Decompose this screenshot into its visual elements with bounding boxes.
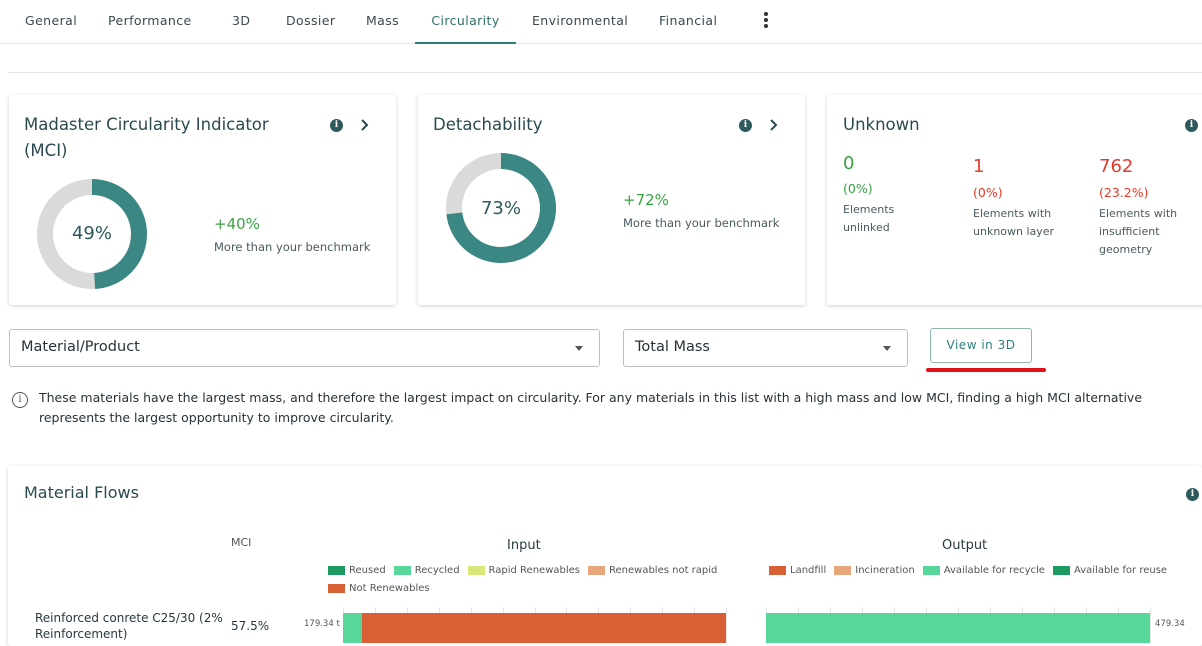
- measure-value: Total Mass: [635, 339, 710, 355]
- tab-circularity[interactable]: Circularity: [415, 0, 516, 44]
- unlinked-count: 0: [843, 153, 855, 174]
- dropdown-arrow-icon: [883, 346, 891, 351]
- gridline: [1150, 607, 1151, 643]
- tab-dossier[interactable]: Dossier: [286, 0, 335, 44]
- legend-swatch: [393, 565, 411, 575]
- group-by-select[interactable]: Material/Product: [9, 329, 600, 367]
- legend-label: Landfill: [790, 564, 827, 576]
- group-by-value: Material/Product: [21, 339, 140, 355]
- highlight-underline: [926, 368, 1046, 372]
- legend-label: Rapid Renewables: [488, 564, 580, 576]
- legend-label: Incineration: [855, 564, 915, 576]
- legend-label: Available for reuse: [1073, 564, 1168, 576]
- input-legend: Reused Recycled Rapid Renewables Renewables…: [328, 563, 748, 595]
- input-legend-item[interactable]: Renewables not rapid: [588, 563, 717, 577]
- info-note: These materials have the largest mass, a…: [39, 390, 1143, 425]
- mci-value: 49%: [71, 223, 112, 244]
- legend-label: Renewables not rapid: [609, 564, 718, 576]
- tab-performance[interactable]: Performance: [108, 0, 192, 44]
- mci-delta-caption: More than your benchmark: [214, 240, 371, 254]
- legend-swatch: [328, 565, 345, 575]
- tab-3d[interactable]: 3D: [232, 0, 250, 44]
- output-stacked-bar: [766, 607, 1151, 643]
- insufficient-geometry-percent: (23.2%): [1099, 185, 1149, 200]
- more-menu-icon[interactable]: [760, 10, 772, 32]
- output-bar-segment[interactable]: [766, 613, 1150, 643]
- info-icon[interactable]: i: [330, 119, 343, 132]
- legend-swatch: [1052, 565, 1070, 575]
- tab-financial[interactable]: Financial: [659, 0, 717, 44]
- legend-swatch: [922, 565, 940, 575]
- output-legend-item[interactable]: Available for reuse: [1052, 563, 1168, 577]
- view-in-3d-button[interactable]: View in 3D: [930, 328, 1032, 363]
- input-legend-item[interactable]: Rapid Renewables: [467, 563, 580, 577]
- unknown-layer-count: 1: [973, 156, 985, 177]
- measure-select[interactable]: Total Mass: [623, 329, 908, 367]
- tab-general[interactable]: General: [25, 0, 77, 44]
- dropdown-arrow-icon: [575, 346, 583, 351]
- unlinked-percent: (0%): [843, 181, 873, 196]
- legend-label: Reused: [349, 564, 386, 576]
- material-row-name: Reinforced conrete C25/30 (2% Reinforcem…: [35, 611, 223, 641]
- material-row-mci: 57.5%: [231, 619, 270, 633]
- input-legend-item[interactable]: Reused: [328, 563, 386, 577]
- chevron-right-icon[interactable]: [359, 118, 371, 132]
- legend-swatch: [328, 583, 345, 593]
- mci-column-header: MCI: [231, 536, 252, 549]
- output-legend: Landfill Incineration Available for recycl…: [769, 563, 1189, 577]
- legend-swatch: [769, 565, 786, 575]
- mci-card-title: Madaster Circularity Indicator (MCI): [24, 115, 269, 160]
- detachability-delta-caption: More than your benchmark: [623, 216, 780, 230]
- output-column-header: Output: [942, 538, 988, 553]
- info-icon[interactable]: i: [1185, 119, 1198, 132]
- mci-delta: +40%: [214, 215, 260, 233]
- output-legend-item[interactable]: Available for recycle: [922, 563, 1045, 577]
- detachability-card-title: Detachability: [433, 115, 543, 134]
- divider: [8, 72, 1202, 73]
- unknown-card-title: Unknown: [843, 115, 920, 134]
- legend-label: Not Renewables: [349, 582, 430, 594]
- output-legend-item[interactable]: Incineration: [834, 563, 915, 577]
- input-bar-label: 179.34 t: [304, 619, 340, 629]
- input-stacked-bar: [343, 607, 727, 643]
- input-legend-item[interactable]: Recycled: [393, 563, 460, 577]
- legend-swatch: [467, 565, 485, 575]
- legend-swatch: [588, 565, 605, 575]
- info-icon[interactable]: i: [1186, 488, 1199, 501]
- unlinked-label: Elements unlinked: [843, 203, 895, 234]
- output-legend-item[interactable]: Landfill: [769, 563, 826, 577]
- material-flows-title: Material Flows: [24, 483, 139, 502]
- detachability-delta: +72%: [623, 191, 669, 209]
- input-column-header: Input: [507, 538, 541, 553]
- output-bar-label: 479.34: [1155, 619, 1185, 629]
- chevron-right-icon[interactable]: [768, 118, 780, 132]
- info-outline-icon: i: [12, 392, 28, 408]
- legend-label: Recycled: [414, 564, 460, 576]
- legend-label: Available for recycle: [943, 564, 1045, 576]
- unknown-layer-percent: (0%): [973, 185, 1003, 200]
- gridline: [726, 607, 727, 643]
- detachability-value: 73%: [480, 198, 521, 219]
- unknown-layer-label: Elements with unknown layer: [973, 207, 1055, 238]
- legend-swatch: [834, 565, 852, 575]
- unknown-card: Unknown i 0 (0%) Elements unlinked 1 (0%)…: [827, 95, 1202, 305]
- tab-bar: General Performance 3D Dossier Mass Circ…: [0, 0, 1202, 44]
- tab-mass[interactable]: Mass: [366, 0, 399, 44]
- input-bar-segment[interactable]: [343, 613, 363, 643]
- info-icon[interactable]: i: [739, 119, 752, 132]
- material-flows-card: Material Flows i MCI Input Output Reused…: [8, 466, 1202, 646]
- mci-card: Madaster Circularity Indicator (MCI) i 4…: [9, 95, 396, 305]
- input-legend-item[interactable]: Not Renewables: [328, 581, 430, 595]
- detachability-card: Detachability i 73% +72% More than your …: [418, 95, 805, 305]
- insufficient-geometry-label: Elements with insufficient geometry: [1099, 207, 1178, 256]
- input-bar-segment[interactable]: [362, 613, 726, 643]
- insufficient-geometry-count: 762: [1099, 156, 1134, 177]
- tab-environmental[interactable]: Environmental: [532, 0, 628, 44]
